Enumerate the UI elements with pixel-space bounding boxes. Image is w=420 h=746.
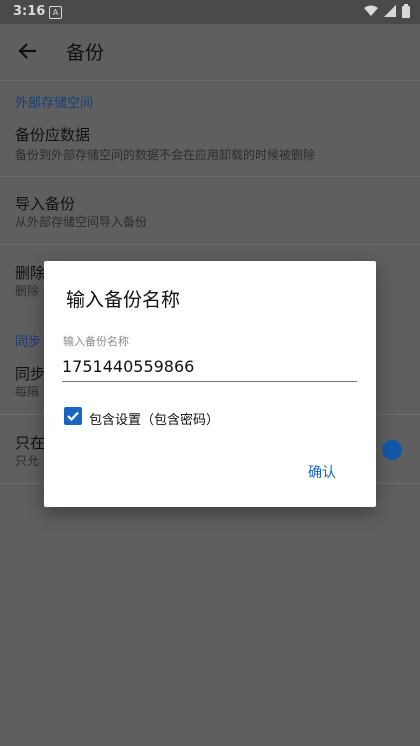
pref-title: 同步 <box>15 365 46 383</box>
page-title: 备份 <box>66 42 105 64</box>
status-bar: 3:16 A <box>0 0 420 24</box>
pref-summary: 删除 <box>15 284 40 298</box>
backup-name-label: 输入备份名称 <box>63 335 129 348</box>
pref-summary: 从外部存储空间导入备份 <box>15 215 148 229</box>
pref-summary: 每隔 <box>15 385 40 399</box>
backup-name-dialog: 输入备份名称 输入备份名称 包含设置（包含密码） 确认 <box>44 261 376 507</box>
pref-title: 删除 <box>15 264 46 282</box>
pref-summary: 备份到外部存储空间的数据不会在应用卸载的时候被删除 <box>15 148 316 162</box>
notification-icon: A <box>49 6 62 19</box>
confirm-button[interactable]: 确认 <box>308 462 336 482</box>
divider <box>0 244 420 245</box>
wifi-icon <box>364 5 378 16</box>
section-header-sync: 同步 <box>15 335 42 350</box>
include-settings-checkbox[interactable] <box>64 407 82 425</box>
pref-title: 导入备份 <box>15 195 76 213</box>
signal-icon <box>384 5 396 17</box>
status-time: 3:16 <box>13 4 46 19</box>
back-arrow-icon[interactable] <box>12 36 42 66</box>
app-bar: 备份 <box>0 24 420 80</box>
include-settings-label[interactable]: 包含设置（包含密码） <box>89 409 219 428</box>
section-header-external-storage: 外部存储空间 <box>15 96 94 111</box>
toggle-switch[interactable] <box>382 440 402 460</box>
pref-summary: 只允 <box>15 454 40 468</box>
backup-name-input[interactable] <box>62 353 357 382</box>
pref-title: 只在 <box>15 434 46 452</box>
dialog-title: 输入备份名称 <box>66 289 181 311</box>
status-icons <box>364 4 410 18</box>
pref-title: 备份应数据 <box>15 126 91 144</box>
battery-icon <box>402 4 410 18</box>
divider <box>0 80 420 81</box>
check-icon <box>67 411 79 422</box>
divider <box>0 176 420 177</box>
